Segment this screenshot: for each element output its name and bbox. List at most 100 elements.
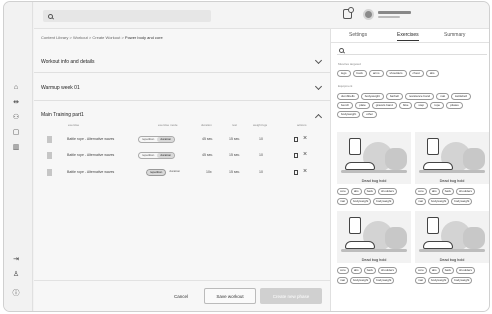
drag-handle-icon[interactable]	[47, 169, 52, 176]
weight-value[interactable]: 10	[259, 153, 263, 157]
filter-chip[interactable]: plate	[355, 102, 370, 109]
logout-icon[interactable]: ⇥	[11, 254, 21, 264]
filter-chip[interactable]: bodyweight	[360, 93, 384, 100]
mode-option-selected[interactable]: duration	[157, 137, 175, 142]
cancel-button[interactable]: Cancel	[164, 288, 198, 304]
tag: core	[337, 267, 349, 274]
search-icon	[48, 13, 53, 19]
analytics-icon[interactable]: ▥	[11, 142, 21, 152]
tab-exercises[interactable]: Exercises	[397, 32, 419, 41]
breadcrumb-separator: >	[88, 35, 92, 40]
breadcrumb-item[interactable]: Create Workout	[92, 35, 120, 40]
copy-icon[interactable]	[294, 170, 298, 175]
filter-chip[interactable]: abs	[425, 70, 439, 77]
filter-chip[interactable]: pilates	[446, 102, 463, 109]
help-icon[interactable]: ⓘ	[11, 288, 21, 298]
exercise-card-tags: core abs back shoulders	[337, 267, 411, 274]
mode-option-selected[interactable]: repetition	[146, 169, 167, 176]
duration-value[interactable]: 45 sec.	[202, 153, 213, 157]
filter-chip[interactable]: gravels band	[371, 102, 397, 109]
exercise-mode-toggle[interactable]: repetition duration	[138, 152, 176, 159]
phone-illustration-icon	[349, 217, 361, 234]
weight-value[interactable]: 10	[259, 170, 263, 174]
chevron-up-icon[interactable]	[314, 113, 323, 122]
drag-handle-icon[interactable]	[47, 136, 52, 143]
exercise-mode-toggle[interactable]: repetition duration	[146, 169, 183, 176]
avatar[interactable]	[363, 9, 374, 20]
rest-value[interactable]: 15 sec.	[229, 137, 240, 141]
filter-chip[interactable]: arms	[368, 70, 384, 77]
tag: abs	[428, 267, 440, 274]
filter-chip[interactable]: other	[362, 111, 378, 118]
workout-icon[interactable]: ⇹	[11, 97, 21, 107]
exercise-mode-toggle[interactable]: repetition duration	[138, 136, 176, 143]
filter-chip[interactable]: barbell	[385, 93, 403, 100]
exercise-card-image[interactable]	[337, 211, 411, 263]
filter-chip[interactable]: rope	[430, 102, 445, 109]
filter-chip[interactable]: dumbbells	[337, 93, 359, 100]
filter-chip[interactable]: chest	[408, 70, 424, 77]
close-icon[interactable]: ×	[303, 151, 307, 158]
chat-icon[interactable]: ▢	[11, 127, 21, 137]
tag: abs	[428, 188, 440, 195]
breadcrumb-item[interactable]: Workout	[73, 35, 88, 40]
chevron-down-icon[interactable]	[314, 56, 323, 65]
filter-chip[interactable]: bodyweight	[337, 111, 361, 118]
top-bar	[34, 2, 489, 29]
exercise-card-title[interactable]: Dead bug hold	[337, 258, 411, 262]
global-search-input[interactable]	[43, 10, 211, 22]
exercise-card-equipment: mat bodyweight bodyweight	[337, 277, 411, 284]
rest-value[interactable]: 15 sec.	[229, 170, 240, 174]
exercise-card-image[interactable]	[337, 132, 411, 184]
exercise-card-title[interactable]: Dead bug hold	[337, 179, 411, 183]
mode-option[interactable]: repetition	[139, 137, 157, 142]
column-header: actions	[297, 123, 307, 127]
notification-icon[interactable]	[343, 7, 354, 19]
filter-chip[interactable]: shoulders	[385, 70, 407, 77]
section-info[interactable]: Workout info and details	[34, 50, 330, 73]
mode-option[interactable]: duration	[166, 169, 183, 176]
breadcrumb-current: Power body and core	[124, 35, 163, 40]
section-warmup[interactable]: Warmup week 01	[34, 73, 330, 101]
mode-option-selected[interactable]: duration	[157, 153, 175, 158]
home-icon[interactable]: ⌂	[11, 82, 21, 92]
filter-chip[interactable]: step	[414, 102, 429, 109]
filter-chip[interactable]: back	[352, 70, 367, 77]
search-icon	[339, 48, 344, 53]
exercise-search-input[interactable]	[337, 47, 487, 55]
exercise-card-title[interactable]: Dead bug hold	[415, 179, 489, 183]
filter-chip[interactable]: mat	[436, 93, 450, 100]
mode-option[interactable]: repetition	[139, 153, 157, 158]
tab-settings[interactable]: Settings	[349, 32, 367, 38]
accessibility-icon[interactable]: ♙	[11, 269, 21, 279]
copy-icon[interactable]	[294, 153, 298, 158]
exercise-card-title[interactable]: Dead bug hold	[415, 258, 489, 262]
weight-value[interactable]: 10	[259, 137, 263, 141]
close-icon[interactable]: ×	[303, 168, 307, 175]
drag-handle-icon[interactable]	[47, 152, 52, 159]
create-new-phase-button[interactable]: Create new phase	[260, 288, 322, 304]
chevron-down-icon[interactable]	[314, 82, 323, 91]
filter-chip[interactable]: bench	[337, 102, 354, 109]
exercise-card-image[interactable]	[415, 211, 489, 263]
close-icon[interactable]: ×	[303, 135, 307, 142]
reps-value[interactable]: 10x	[206, 170, 212, 174]
users-icon[interactable]: ⚇	[11, 112, 21, 122]
tag: mat	[415, 198, 427, 205]
save-workout-button[interactable]: Save workout	[204, 288, 256, 304]
exercise-card-image[interactable]	[415, 132, 489, 184]
column-header: rest	[232, 123, 238, 127]
tag: core	[415, 267, 427, 274]
filter-chip[interactable]: resistance band	[404, 93, 435, 100]
rest-value[interactable]: 15 sec.	[229, 153, 240, 157]
filter-chip[interactable]: kettlebell	[451, 93, 471, 100]
breadcrumb-item[interactable]: Content Library	[41, 35, 68, 40]
tab-summary[interactable]: Summary	[444, 32, 465, 38]
tag: shoulders	[456, 188, 476, 195]
filter-chip[interactable]: legs	[337, 70, 351, 77]
copy-icon[interactable]	[294, 137, 298, 142]
filter-chip[interactable]: bike	[398, 102, 413, 109]
duration-value[interactable]: 45 sec.	[202, 137, 213, 141]
panel-tabs: Settings Exercises Summary	[331, 29, 489, 43]
tag: mat	[337, 198, 349, 205]
